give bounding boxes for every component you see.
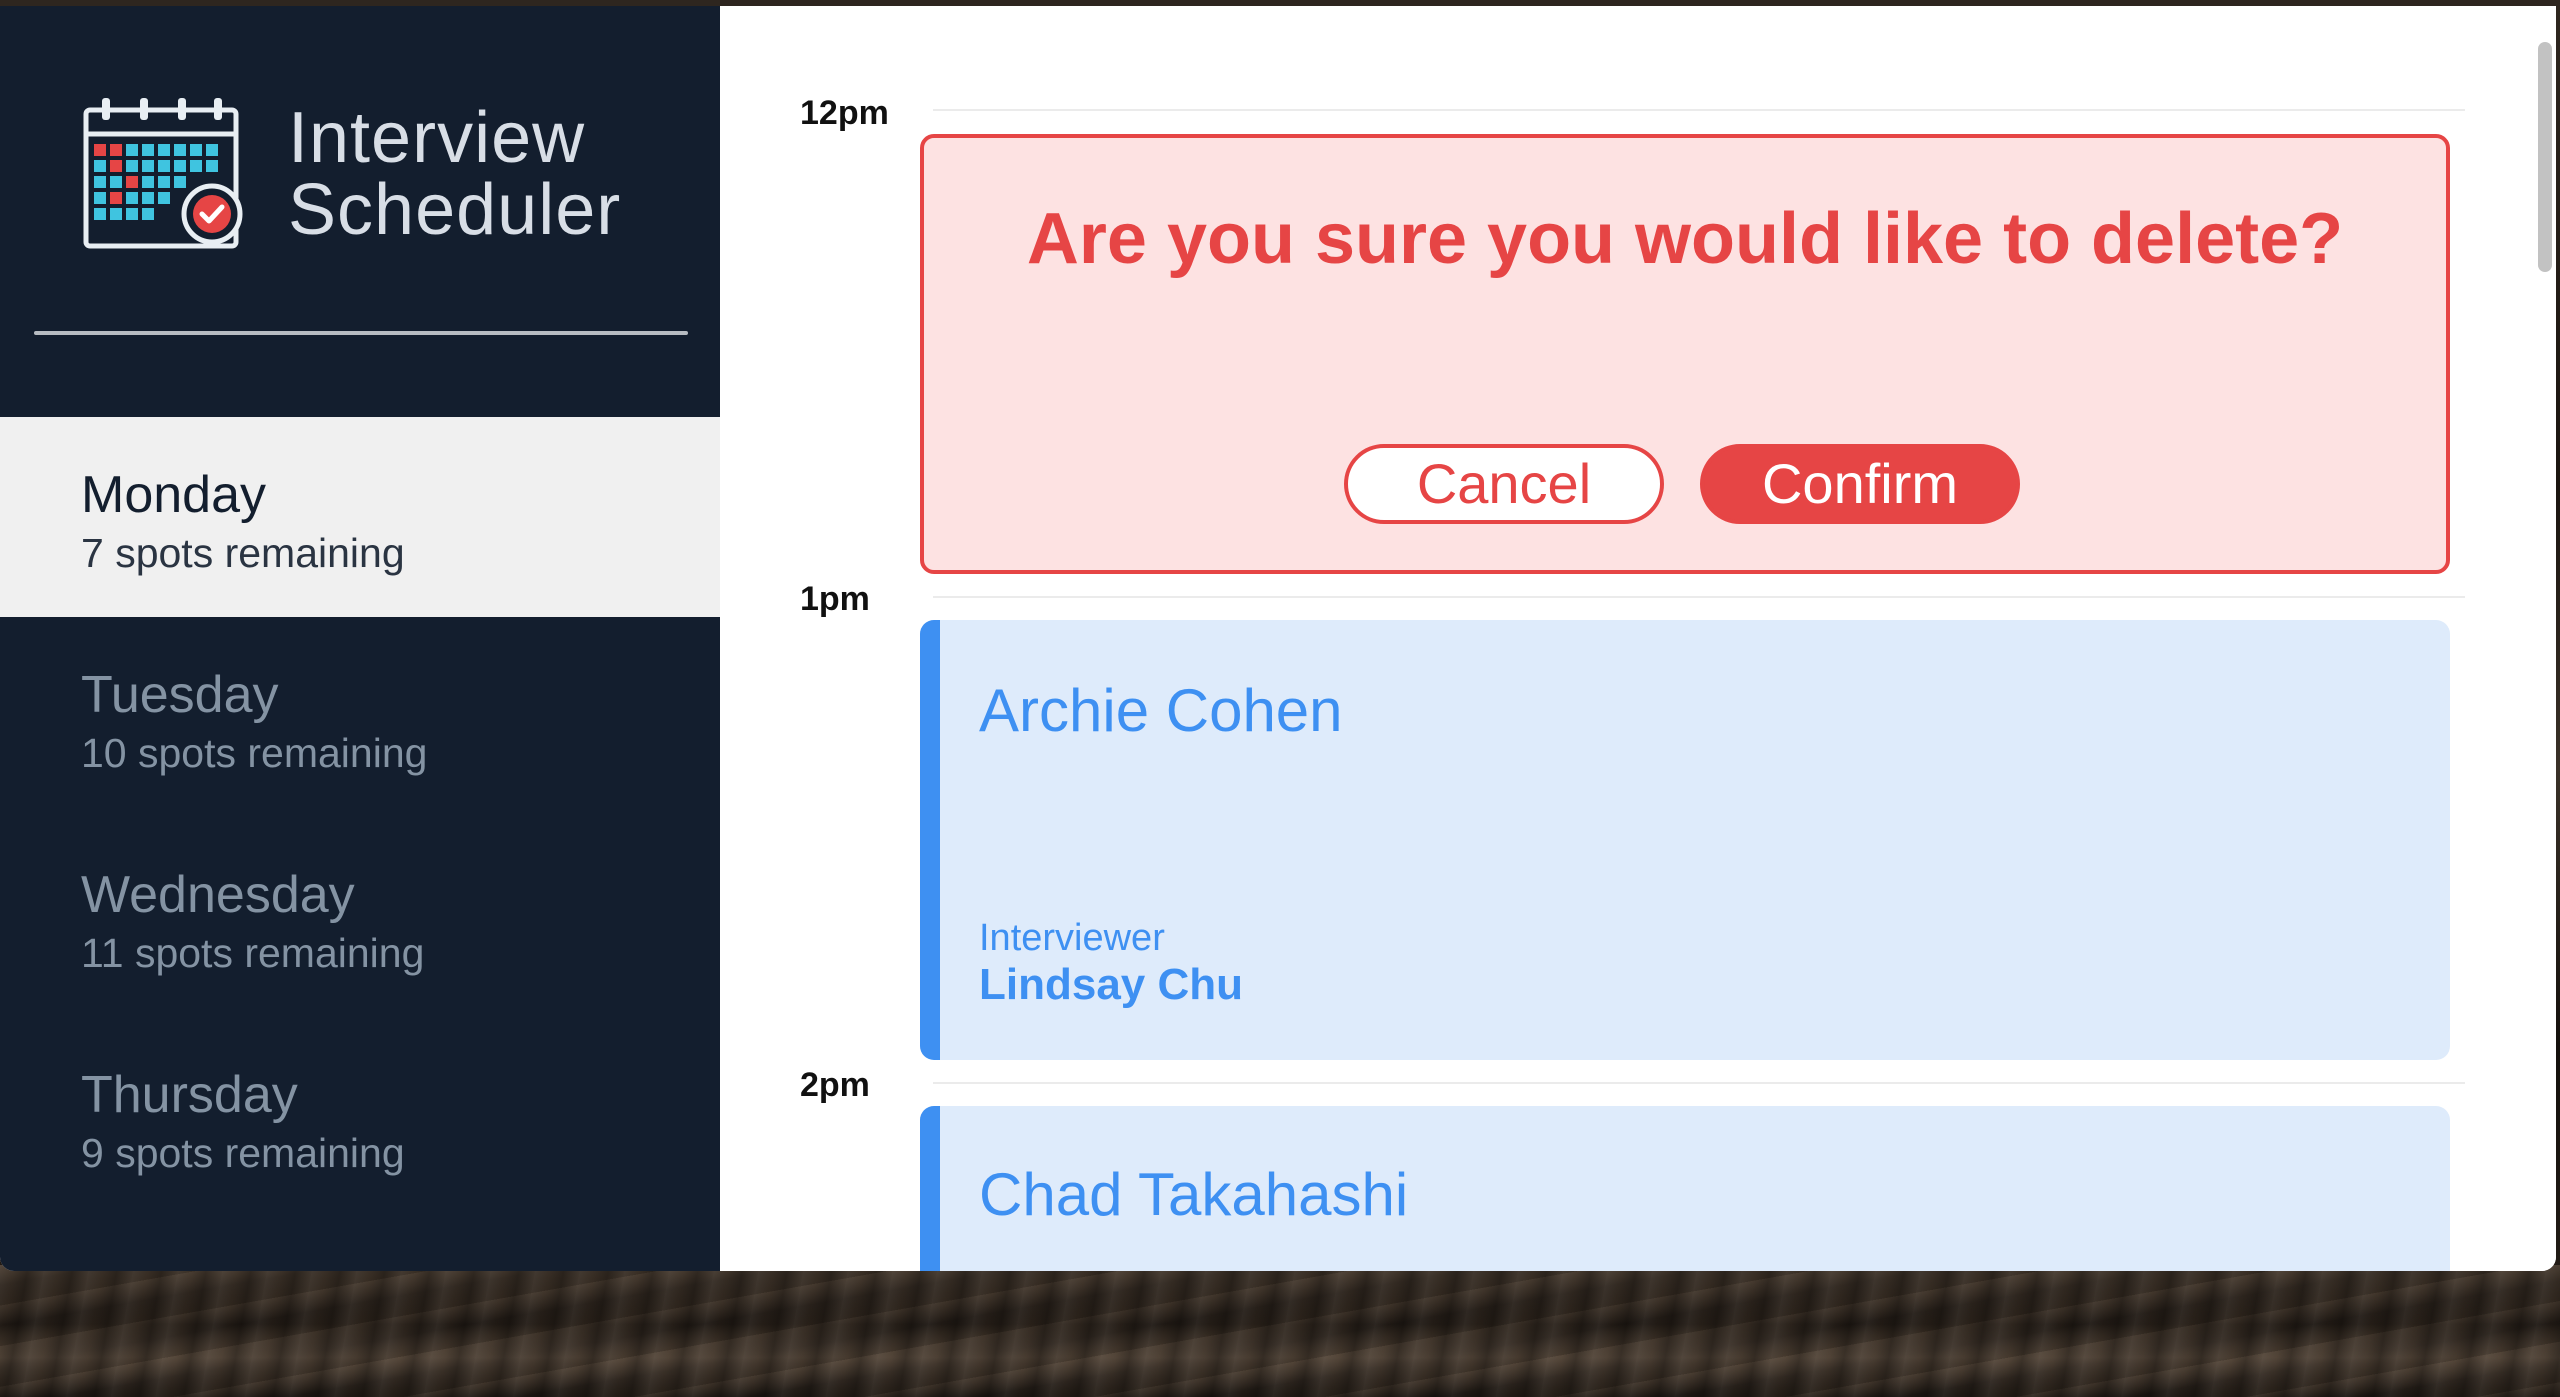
hour-divider bbox=[933, 596, 2465, 598]
day-item-tuesday[interactable]: Tuesday 10 spots remaining bbox=[0, 617, 720, 817]
day-name: Wednesday bbox=[81, 866, 355, 924]
delete-confirm-dialog: Are you sure you would like to delete? C… bbox=[920, 134, 2450, 574]
calendar-check-icon bbox=[83, 98, 243, 249]
day-item-thursday[interactable]: Thursday 9 spots remaining bbox=[0, 1017, 720, 1217]
student-name: Archie Cohen bbox=[979, 677, 1343, 744]
app-window: Interview Scheduler Monday 7 spots remai… bbox=[0, 6, 2556, 1271]
time-label: 2pm bbox=[800, 1066, 870, 1104]
app-title-line2: Scheduler bbox=[288, 170, 622, 250]
time-label: 12pm bbox=[800, 94, 889, 132]
sidebar: Interview Scheduler Monday 7 spots remai… bbox=[0, 6, 720, 1271]
scrollbar[interactable] bbox=[2538, 42, 2552, 272]
time-label: 1pm bbox=[800, 580, 870, 618]
day-spots: 10 spots remaining bbox=[81, 730, 428, 776]
hour-divider bbox=[933, 1082, 2465, 1084]
brand: Interview Scheduler bbox=[82, 96, 621, 252]
confirm-message: Are you sure you would like to delete? bbox=[1026, 199, 2344, 279]
day-spots: 9 spots remaining bbox=[81, 1130, 405, 1176]
day-spots: 7 spots remaining bbox=[81, 530, 405, 576]
cancel-button[interactable]: Cancel bbox=[1344, 444, 1664, 524]
day-item-wednesday[interactable]: Wednesday 11 spots remaining bbox=[0, 817, 720, 1017]
schedule: 12pm Are you sure you would like to dele… bbox=[720, 6, 2556, 1271]
day-name: Monday bbox=[81, 466, 266, 524]
app-title-line1: Interview bbox=[288, 98, 586, 178]
app-title: Interview Scheduler bbox=[288, 102, 621, 246]
desktop-wallpaper bbox=[0, 1265, 2560, 1397]
day-name: Tuesday bbox=[81, 666, 279, 724]
interviewer-label: Interviewer bbox=[979, 917, 1165, 959]
day-name: Thursday bbox=[81, 1066, 298, 1124]
appointment-card[interactable]: Archie Cohen Interviewer Lindsay Chu bbox=[920, 620, 2450, 1060]
hour-divider bbox=[933, 109, 2465, 111]
student-name: Chad Takahashi bbox=[979, 1161, 1409, 1228]
day-list: Monday 7 spots remaining Tuesday 10 spot… bbox=[0, 417, 720, 1217]
confirm-button[interactable]: Confirm bbox=[1700, 444, 2020, 524]
day-item-monday[interactable]: Monday 7 spots remaining bbox=[0, 417, 720, 617]
interviewer-name: Lindsay Chu bbox=[979, 960, 1244, 1009]
appointment-card[interactable]: Chad Takahashi bbox=[920, 1106, 2450, 1271]
day-spots: 11 spots remaining bbox=[81, 930, 425, 976]
sidebar-divider bbox=[34, 331, 688, 335]
